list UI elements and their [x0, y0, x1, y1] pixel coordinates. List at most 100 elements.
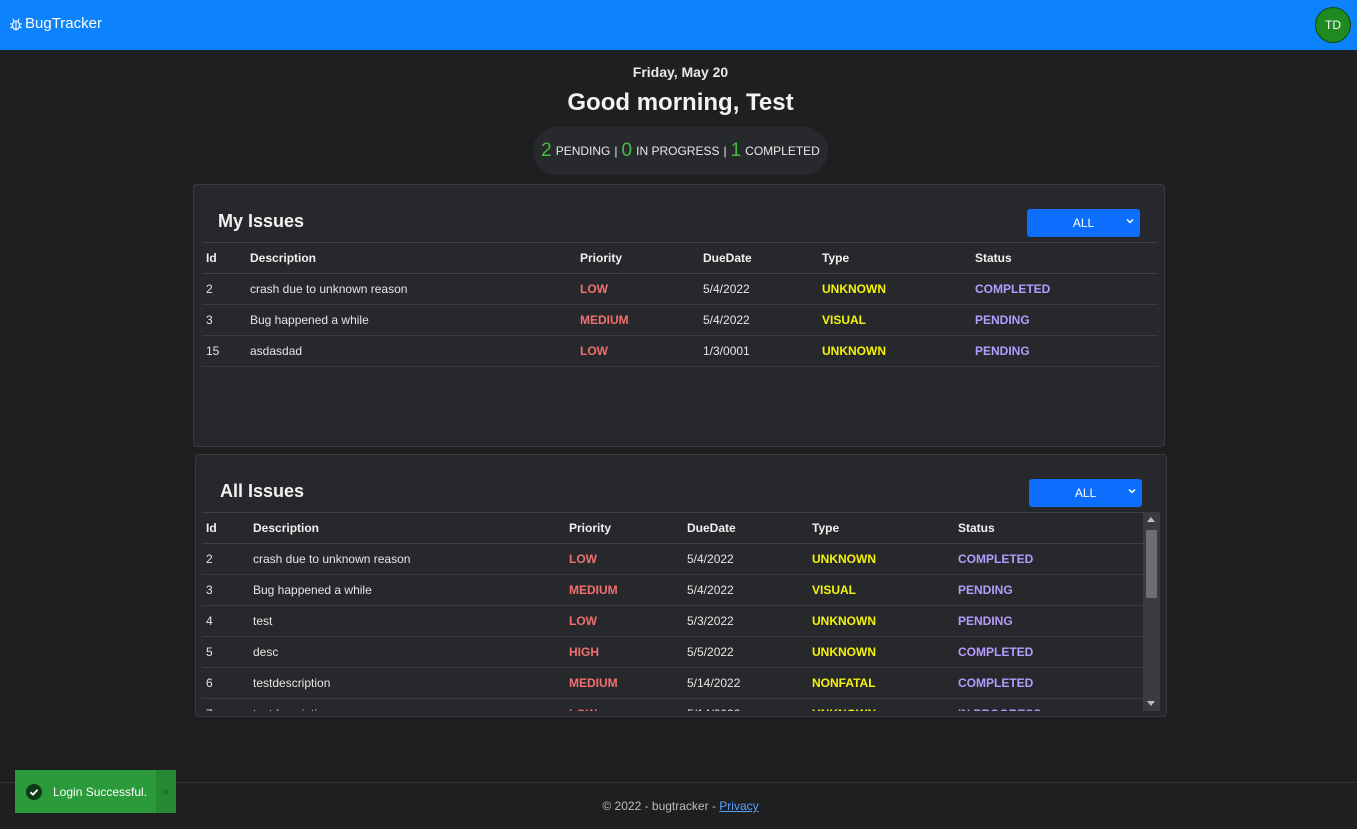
table-header-row: Id Description Priority DueDate Type Sta…	[202, 242, 1158, 274]
privacy-link[interactable]: Privacy	[719, 799, 758, 813]
col-id[interactable]: Id	[202, 512, 249, 544]
cell-description: Bug happened a while	[246, 304, 576, 336]
col-description[interactable]: Description	[249, 512, 565, 544]
vertical-scrollbar[interactable]	[1143, 512, 1160, 711]
col-type[interactable]: Type	[818, 242, 971, 274]
cell-type: UNKNOWN	[818, 273, 971, 305]
my-issues-card: My Issues ALL Id Description Priority Du…	[193, 184, 1165, 447]
cell-status: PENDING	[971, 335, 1158, 367]
page-footer: © 2022 - bugtracker - Privacy	[0, 782, 1357, 829]
copyright-text: © 2022 - bugtracker -	[602, 799, 720, 813]
cell-status: COMPLETED	[954, 636, 1147, 668]
all-issues-filter-select[interactable]: ALL	[1029, 479, 1142, 507]
cell-type: NONFATAL	[808, 667, 954, 699]
cell-duedate: 5/3/2022	[683, 605, 808, 637]
table-row[interactable]: 2 crash due to unknown reason LOW 5/4/20…	[202, 273, 1158, 305]
cell-status: PENDING	[954, 605, 1147, 637]
cell-description: crash due to unknown reason	[249, 543, 565, 575]
in-progress-count: 0	[621, 140, 633, 161]
col-status[interactable]: Status	[954, 512, 1147, 544]
cell-priority: MEDIUM	[565, 574, 683, 606]
my-issues-table: Id Description Priority DueDate Type Sta…	[202, 242, 1158, 367]
table-row[interactable]: 5 desc HIGH 5/5/2022 UNKNOWN COMPLETED	[202, 636, 1147, 668]
brand-label: BugTracker	[25, 15, 102, 32]
cell-duedate: 1/3/0001	[699, 335, 818, 367]
cell-priority: LOW	[576, 273, 699, 305]
col-type[interactable]: Type	[808, 512, 954, 544]
cell-status: PENDING	[954, 574, 1147, 606]
cell-priority: LOW	[576, 335, 699, 367]
issue-summary: 2 PENDING | 0 IN PROGRESS | 1 COMPLETED	[533, 127, 828, 175]
brand-link[interactable]: BugTracker	[9, 15, 102, 32]
table-row[interactable]: 3 Bug happened a while MEDIUM 5/4/2022 V…	[202, 574, 1147, 606]
toast-close-button[interactable]: ×	[156, 770, 176, 813]
pending-label: PENDING	[555, 144, 611, 158]
current-date: Friday, May 20	[632, 64, 729, 80]
cell-duedate: 5/4/2022	[699, 304, 818, 336]
cell-duedate: 5/4/2022	[683, 543, 808, 575]
cell-duedate: 5/14/2022	[683, 667, 808, 699]
col-duedate[interactable]: DueDate	[683, 512, 808, 544]
greeting-title: Good morning, Test	[567, 89, 794, 116]
cell-status: COMPLETED	[954, 543, 1147, 575]
cell-id: 3	[202, 574, 249, 606]
cell-priority: HIGH	[565, 636, 683, 668]
cell-status: IN PROGRESS	[954, 698, 1147, 711]
all-issues-title: All Issues	[220, 481, 305, 501]
cell-description: asdasdad	[246, 335, 576, 367]
cell-duedate: 5/5/2022	[683, 636, 808, 668]
all-issues-card: All Issues ALL Id Description Priority D…	[195, 454, 1167, 717]
cell-type: VISUAL	[808, 574, 954, 606]
col-priority[interactable]: Priority	[576, 242, 699, 274]
col-id[interactable]: Id	[202, 242, 246, 274]
cell-status: COMPLETED	[954, 667, 1147, 699]
cell-status: COMPLETED	[971, 273, 1158, 305]
cell-priority: LOW	[565, 698, 683, 711]
cell-type: UNKNOWN	[808, 543, 954, 575]
my-issues-filter-select[interactable]: ALL	[1027, 209, 1140, 237]
cell-type: VISUAL	[818, 304, 971, 336]
table-row[interactable]: 4 test LOW 5/3/2022 UNKNOWN PENDING	[202, 605, 1147, 637]
scroll-up-arrow-icon[interactable]	[1147, 517, 1155, 522]
cell-description: crash due to unknown reason	[246, 273, 576, 305]
table-row[interactable]: 7 testdescription LOW 5/14/2022 UNKNOWN …	[202, 698, 1147, 711]
table-row[interactable]: 2 crash due to unknown reason LOW 5/4/20…	[202, 543, 1147, 575]
filter-value: ALL	[1072, 216, 1095, 230]
scrollbar-thumb[interactable]	[1146, 530, 1157, 598]
cell-description: testdescription	[249, 667, 565, 699]
bug-icon	[9, 18, 23, 30]
table-row[interactable]: 15 asdasdad LOW 1/3/0001 UNKNOWN PENDING	[202, 335, 1158, 367]
table-row[interactable]: 6 testdescription MEDIUM 5/14/2022 NONFA…	[202, 667, 1147, 699]
col-description[interactable]: Description	[246, 242, 576, 274]
cell-id: 5	[202, 636, 249, 668]
summary-separator: |	[614, 144, 618, 158]
filter-value: ALL	[1074, 486, 1097, 500]
col-status[interactable]: Status	[971, 242, 1158, 274]
chevron-down-icon	[1126, 218, 1134, 224]
col-priority[interactable]: Priority	[565, 512, 683, 544]
table-header-row: Id Description Priority DueDate Type Sta…	[202, 512, 1147, 544]
cell-type: UNKNOWN	[808, 698, 954, 711]
cell-id: 2	[202, 273, 246, 305]
cell-id: 3	[202, 304, 246, 336]
cell-priority: MEDIUM	[576, 304, 699, 336]
user-avatar[interactable]: TD	[1315, 7, 1351, 43]
chevron-down-icon	[1128, 488, 1136, 494]
summary-separator: |	[723, 144, 727, 158]
toast-message: Login Successful.	[53, 784, 148, 799]
scroll-down-arrow-icon[interactable]	[1147, 701, 1155, 706]
footer-text: © 2022 - bugtracker - Privacy	[0, 799, 1357, 813]
my-issues-title: My Issues	[218, 211, 305, 231]
cell-duedate: 5/4/2022	[683, 574, 808, 606]
cell-id: 6	[202, 667, 249, 699]
all-issues-table: Id Description Priority DueDate Type Sta…	[202, 512, 1147, 711]
all-issues-scroll-area[interactable]: Id Description Priority DueDate Type Sta…	[202, 512, 1147, 711]
completed-count: 1	[730, 140, 742, 161]
completed-label: COMPLETED	[745, 144, 820, 158]
col-duedate[interactable]: DueDate	[699, 242, 818, 274]
cell-description: testdescription	[249, 698, 565, 711]
table-row[interactable]: 3 Bug happened a while MEDIUM 5/4/2022 V…	[202, 304, 1158, 336]
cell-priority: LOW	[565, 543, 683, 575]
cell-description: Bug happened a while	[249, 574, 565, 606]
in-progress-label: IN PROGRESS	[636, 144, 720, 158]
